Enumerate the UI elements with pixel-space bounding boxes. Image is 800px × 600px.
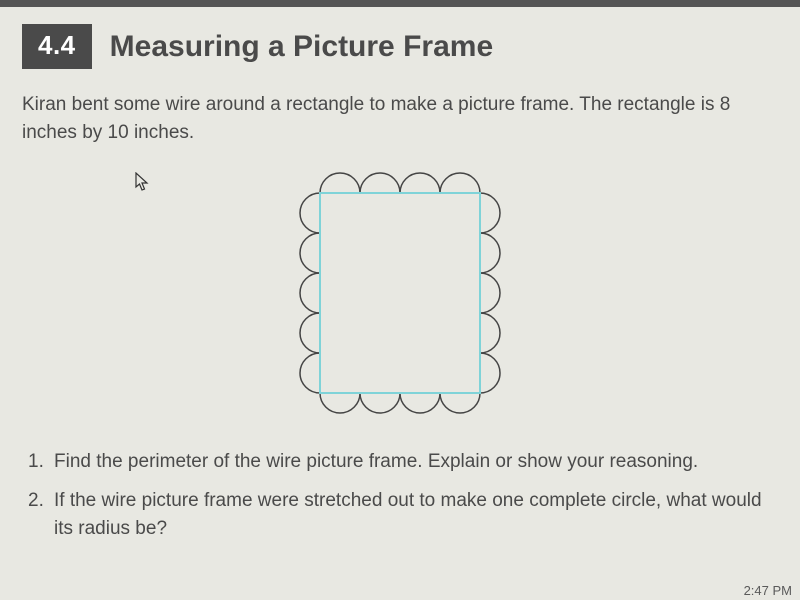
picture-frame-svg (285, 156, 515, 430)
question-item: If the wire picture frame were stretched… (28, 487, 778, 544)
question-item: Find the perimeter of the wire picture f… (28, 448, 778, 477)
section-title: Measuring a Picture Frame (110, 30, 493, 64)
taskbar-clock: 2:47 PM (744, 583, 792, 598)
intro-text: Kiran bent some wire around a rectangle … (22, 91, 778, 146)
frame-figure (22, 156, 778, 430)
inner-rectangle (320, 193, 480, 393)
scallop-group (300, 173, 500, 413)
question-list: Find the perimeter of the wire picture f… (22, 448, 778, 544)
section-number-badge: 4.4 (22, 24, 92, 69)
heading-row: 4.4 Measuring a Picture Frame (22, 24, 778, 69)
document-page: 4.4 Measuring a Picture Frame Kiran bent… (0, 0, 800, 544)
